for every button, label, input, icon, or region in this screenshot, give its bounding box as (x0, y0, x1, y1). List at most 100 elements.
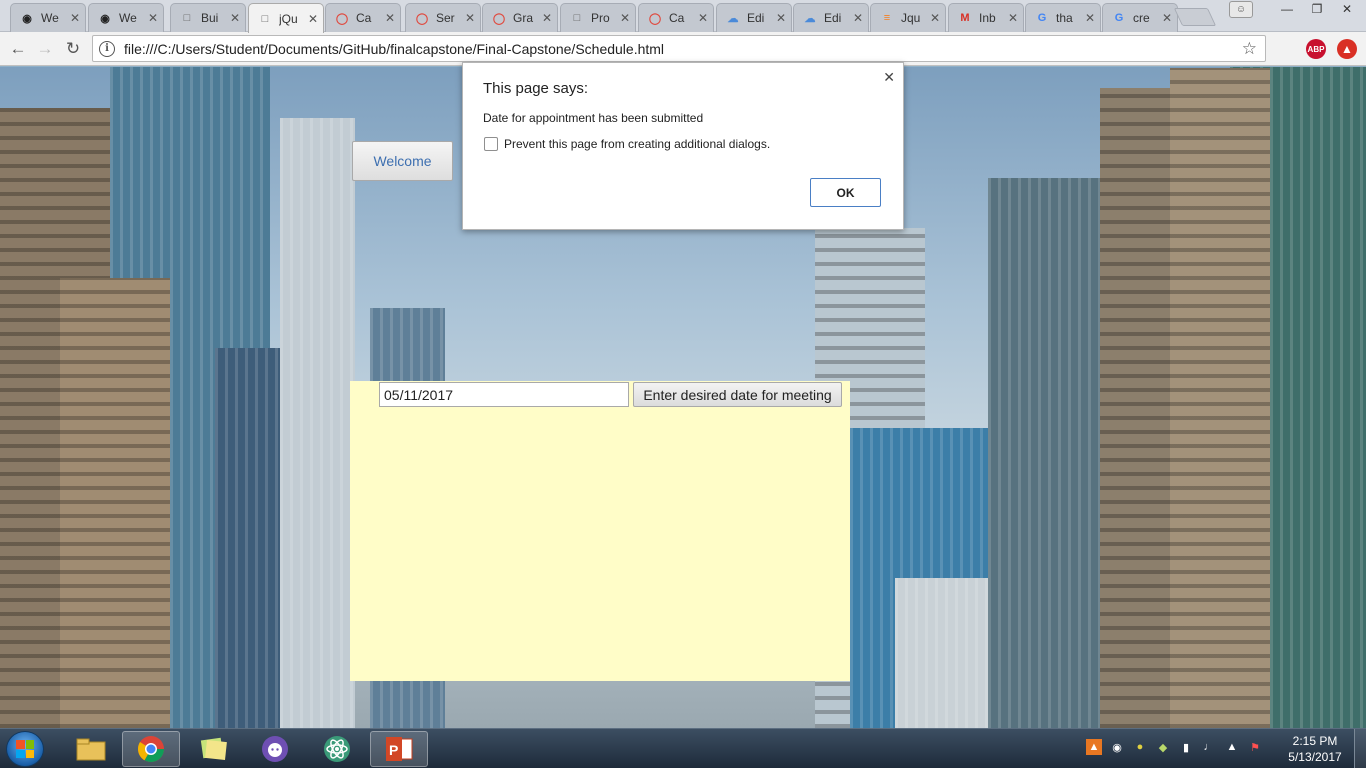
tab-close-icon[interactable]: ✕ (147, 11, 159, 25)
browser-tab[interactable]: □ Bui ✕ (170, 3, 246, 32)
file-explorer-icon[interactable] (62, 731, 120, 767)
clock-time: 2:15 PM (1292, 734, 1338, 748)
tab-close-icon[interactable]: ✕ (229, 11, 241, 25)
browser-tab[interactable]: Gcre ✕ (1102, 3, 1178, 32)
address-bar[interactable]: i file:///C:/Users/Student/Documents/Git… (92, 35, 1266, 62)
start-button[interactable] (6, 731, 44, 767)
battery-icon[interactable]: ▮ (1178, 739, 1194, 755)
browser-tab[interactable]: M Inb ✕ (948, 3, 1024, 32)
adblock-icon[interactable]: ABP (1306, 39, 1326, 59)
back-icon[interactable]: ← (6, 38, 30, 60)
prevent-dialogs-checkbox[interactable] (484, 137, 498, 151)
browser-tab[interactable]: □ Pro ✕ (560, 3, 636, 32)
codepen-icon: ◯ (415, 12, 429, 25)
tab-label: cre (1133, 11, 1150, 25)
show-desktop-button[interactable] (1354, 729, 1366, 768)
github-icon: ◉ (22, 12, 32, 25)
background-building (280, 118, 355, 728)
tab-label: Inb (979, 11, 996, 25)
close-window-icon[interactable]: ✕ (1332, 0, 1362, 18)
volume-icon[interactable]: ♩ (1201, 739, 1217, 755)
close-icon[interactable]: ✕ (883, 69, 895, 86)
tab-label: Edi (747, 11, 765, 25)
tab-close-icon[interactable]: ✕ (464, 11, 476, 25)
prevent-dialogs-label[interactable]: Prevent this page from creating addition… (504, 137, 770, 151)
schedule-panel: 05/11/2017 Enter desired date for meetin… (350, 381, 850, 681)
minimize-icon[interactable]: — (1272, 0, 1302, 18)
tray-app-icon[interactable]: ◆ (1155, 739, 1171, 755)
welcome-button[interactable]: Welcome (352, 141, 453, 181)
tab-close-icon[interactable]: ✕ (541, 11, 553, 25)
tab-label: We (41, 11, 59, 25)
github-desktop-icon[interactable] (246, 731, 304, 767)
browser-tab[interactable]: ☁ Edi ✕ (716, 3, 792, 32)
tab-label: Ca (669, 11, 685, 25)
chrome-icon[interactable] (122, 731, 180, 767)
cloud-icon: ☁ (727, 12, 739, 25)
tab-close-icon[interactable]: ✕ (69, 11, 81, 25)
browser-tab[interactable]: ≡ Jqu ✕ (870, 3, 946, 32)
tab-close-icon[interactable]: ✕ (384, 11, 396, 25)
sticky-notes-icon[interactable] (184, 731, 242, 767)
tray-app-icon[interactable]: ● (1132, 739, 1148, 755)
tab-close-icon[interactable]: ✕ (929, 11, 941, 25)
codepen-icon: ◯ (335, 12, 349, 25)
browser-tab[interactable]: ☁ Edi ✕ (793, 3, 869, 32)
new-tab-button[interactable] (1173, 8, 1217, 26)
cloud-icon: ☁ (804, 12, 816, 25)
url-text: file:///C:/Users/Student/Documents/GitHu… (124, 40, 665, 57)
extension-icon[interactable]: ▲ (1337, 39, 1357, 59)
browser-tab[interactable]: □ jQu ✕ (248, 3, 324, 33)
github-icon: ◉ (100, 12, 110, 25)
browser-tab[interactable]: ◉ We ✕ (88, 3, 164, 32)
tab-label: Edi (824, 11, 842, 25)
tab-close-icon[interactable]: ✕ (307, 12, 319, 26)
system-clock[interactable]: 2:15 PM 5/13/2017 (1287, 733, 1343, 765)
tab-close-icon[interactable]: ✕ (1007, 11, 1019, 25)
reload-icon[interactable]: ↻ (61, 38, 85, 60)
tab-close-icon[interactable]: ✕ (619, 11, 631, 25)
browser-tab[interactable]: Gtha ✕ (1025, 3, 1101, 32)
browser-tab[interactable]: ◯ Ca ✕ (325, 3, 401, 32)
atom-editor-icon[interactable] (308, 731, 366, 767)
user-profile-icon[interactable]: ☺ (1229, 1, 1253, 18)
notification-app-icon[interactable]: ▲ (1086, 739, 1102, 755)
gmail-icon: M (960, 12, 970, 24)
dialog-title: This page says: (483, 80, 589, 97)
google-icon: G (1114, 12, 1124, 24)
date-input[interactable]: 05/11/2017 (379, 382, 629, 407)
browser-tab[interactable]: ◯ Ca ✕ (638, 3, 714, 32)
page-icon: □ (261, 12, 269, 25)
info-icon[interactable]: i (99, 40, 115, 57)
powerpoint-icon[interactable]: P (370, 731, 428, 767)
tab-label: Jqu (901, 11, 921, 25)
tab-close-icon[interactable]: ✕ (697, 11, 709, 25)
tab-close-icon[interactable]: ✕ (1084, 11, 1096, 25)
network-signal-icon[interactable]: ▲ (1224, 739, 1240, 755)
stackoverflow-icon: ≡ (883, 12, 891, 24)
browser-tab[interactable]: ◯ Gra ✕ (482, 3, 558, 32)
restore-icon[interactable]: ❐ (1302, 0, 1332, 18)
browser-tab[interactable]: ◉ We ✕ (10, 3, 86, 32)
tab-close-icon[interactable]: ✕ (1161, 11, 1173, 25)
browser-tab[interactable]: ◯ Ser ✕ (405, 3, 481, 32)
submit-date-button[interactable]: Enter desired date for meeting (633, 382, 842, 407)
background-building (988, 178, 1118, 728)
tab-label: Ser (436, 11, 455, 25)
tab-strip: ◉ We ✕ ◉ We ✕ □ Bui ✕ □ jQu ✕ ◯ Ca ✕ ◯ Ser ✕ ◯ Gra ✕ □ Pro ✕ ◯ Ca… (0, 0, 1366, 33)
page-icon: □ (183, 12, 191, 24)
tab-label: tha (1056, 11, 1073, 25)
bookmark-star-icon[interactable]: ☆ (1242, 39, 1257, 59)
action-center-icon[interactable]: ⚑ (1247, 739, 1263, 755)
dialog-message: Date for appointment has been submitted (483, 111, 704, 125)
system-tray: ▲ ◉ ● ◆ ▮ ♩ ▲ ⚑ (1086, 739, 1263, 755)
forward-icon[interactable]: → (33, 38, 57, 60)
codepen-icon: ◯ (492, 12, 506, 25)
ok-button[interactable]: OK (810, 178, 881, 207)
chrome-tray-icon[interactable]: ◉ (1109, 739, 1125, 755)
tab-label: Pro (591, 11, 610, 25)
tab-close-icon[interactable]: ✕ (852, 11, 864, 25)
background-building (1170, 68, 1270, 728)
tab-label: Gra (513, 11, 534, 25)
tab-close-icon[interactable]: ✕ (775, 11, 787, 25)
